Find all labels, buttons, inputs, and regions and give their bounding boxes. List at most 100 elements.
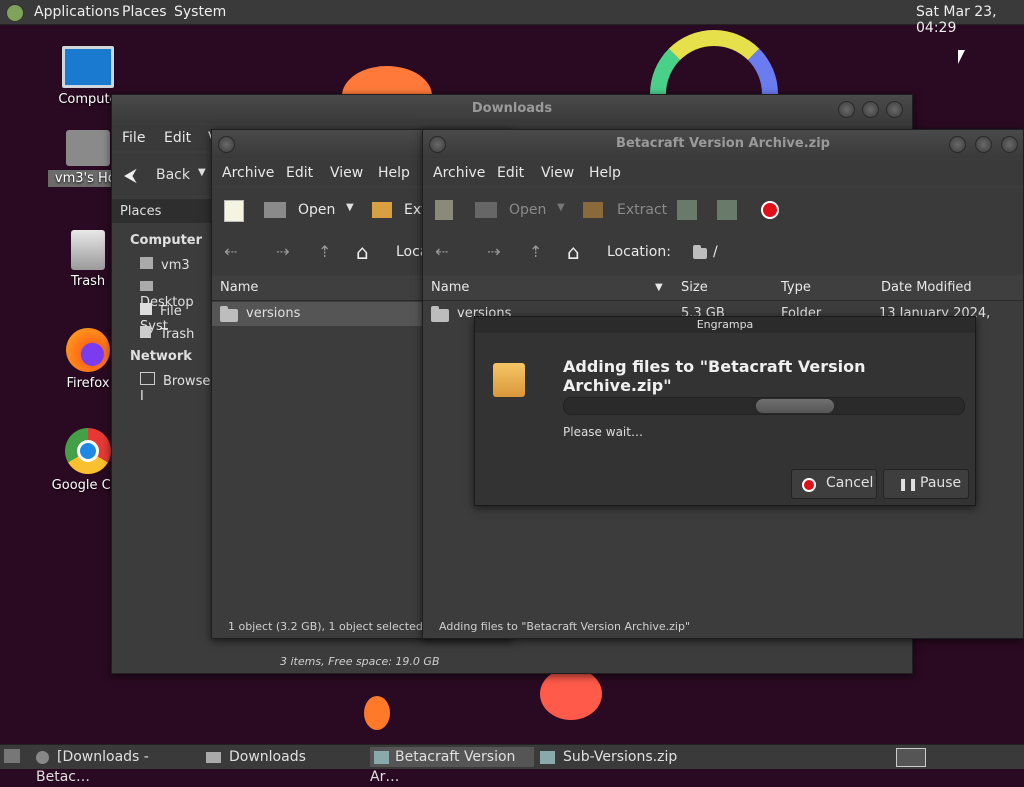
taskbar-item-betacraft[interactable]: Betacraft Version Ar… bbox=[370, 747, 534, 785]
home-icon bbox=[140, 257, 153, 269]
up-icon[interactable]: ⇡ bbox=[529, 242, 542, 261]
betacraft-menubar: Archive Edit View Help bbox=[423, 160, 1023, 186]
menu-applications[interactable]: Applications bbox=[34, 4, 120, 20]
minimize-button[interactable] bbox=[838, 101, 855, 118]
home-icon[interactable]: ⌂ bbox=[356, 240, 369, 264]
forward-icon[interactable]: ⇢ bbox=[276, 242, 289, 261]
archive-box-icon bbox=[493, 363, 525, 397]
new-archive-icon[interactable] bbox=[435, 200, 453, 220]
chrome-icon bbox=[65, 428, 111, 474]
system-logo-icon[interactable] bbox=[6, 4, 24, 22]
open-dropdown-icon[interactable]: ▼ bbox=[557, 202, 565, 213]
archive-icon bbox=[374, 750, 389, 764]
betacraft-titlebar[interactable]: Betacraft Version Archive.zip bbox=[423, 130, 1023, 158]
menu-archive[interactable]: Archive bbox=[433, 165, 485, 181]
location-label: Location: bbox=[607, 244, 671, 260]
menu-view[interactable]: View bbox=[330, 165, 363, 181]
pause-icon: ❚❚ bbox=[898, 477, 919, 491]
sidebar-item-trash[interactable]: Trash bbox=[140, 326, 194, 342]
dialog-titlebar[interactable]: Engrampa bbox=[475, 317, 975, 333]
menu-system[interactable]: System bbox=[174, 4, 226, 20]
menu-view[interactable]: View bbox=[541, 165, 574, 181]
dialog-heading: Adding files to "Betacraft Version Archi… bbox=[563, 357, 866, 395]
downloads-status: 3 items, Free space: 19.0 GB bbox=[280, 655, 440, 668]
maximize-button[interactable] bbox=[862, 101, 879, 118]
progress-pulse bbox=[756, 399, 834, 413]
workspace-switcher[interactable] bbox=[896, 748, 926, 767]
sidebar-section-computer: Computer bbox=[130, 233, 203, 248]
trash-icon bbox=[140, 326, 151, 338]
progress-dialog: Engrampa Adding files to "Betacraft Vers… bbox=[474, 316, 976, 506]
folder-icon bbox=[431, 306, 449, 322]
progress-bar bbox=[563, 397, 965, 415]
archive-icon bbox=[540, 750, 555, 764]
menu-edit[interactable]: Edit bbox=[286, 165, 313, 181]
new-archive-icon[interactable] bbox=[224, 200, 244, 222]
close-button[interactable] bbox=[886, 101, 903, 118]
forward-icon[interactable]: ⇢ bbox=[487, 242, 500, 261]
sort-arrow-icon: ▼ bbox=[655, 282, 663, 293]
column-type[interactable]: Type bbox=[781, 280, 811, 295]
column-date-modified[interactable]: Date Modified bbox=[881, 280, 972, 295]
back-icon[interactable]: ⇠ bbox=[435, 242, 448, 261]
column-name[interactable]: Name bbox=[431, 280, 469, 295]
open-button[interactable]: Open bbox=[298, 202, 335, 218]
trash-icon bbox=[71, 230, 105, 270]
stop-icon[interactable] bbox=[761, 201, 779, 219]
computer-icon bbox=[62, 46, 114, 88]
network-icon bbox=[140, 372, 155, 385]
window-menu-button[interactable] bbox=[429, 136, 446, 153]
menu-archive[interactable]: Archive bbox=[222, 165, 274, 181]
cancel-button[interactable]: Cancel bbox=[791, 469, 877, 499]
cancel-icon bbox=[802, 478, 816, 492]
betacraft-locationbar: ⇠ ⇢ ⇡ ⌂ Location: / bbox=[423, 230, 1023, 274]
table-row[interactable]: versions bbox=[212, 302, 422, 326]
sidebar-item-vm3[interactable]: vm3 bbox=[140, 257, 190, 273]
back-dropdown-icon[interactable]: ▼ bbox=[198, 167, 206, 178]
places-header: Places bbox=[112, 199, 212, 223]
folder-icon bbox=[206, 751, 221, 763]
extract-button[interactable]: Extract bbox=[617, 202, 667, 218]
taskbar-item-subversions[interactable]: Sub-Versions.zip bbox=[540, 747, 700, 767]
menu-file[interactable]: File bbox=[122, 130, 145, 146]
minimize-button[interactable] bbox=[949, 136, 966, 153]
column-size[interactable]: Size bbox=[681, 280, 708, 295]
dialog-message: Please wait… bbox=[563, 425, 643, 439]
window-menu-button[interactable] bbox=[218, 136, 235, 153]
betacraft-toolbar: Open ▼ Extract bbox=[423, 188, 1023, 230]
show-desktop-icon[interactable] bbox=[4, 749, 20, 763]
back-button[interactable]: Back bbox=[156, 167, 190, 183]
back-icon[interactable]: ⇠ bbox=[224, 242, 237, 261]
location-input[interactable]: / bbox=[713, 244, 718, 260]
home-folder-icon bbox=[66, 130, 110, 166]
extract-icon bbox=[372, 202, 392, 218]
folder-icon bbox=[693, 245, 707, 259]
drive-icon bbox=[140, 303, 152, 315]
up-icon[interactable]: ⇡ bbox=[318, 242, 331, 261]
close-button[interactable] bbox=[1001, 136, 1018, 153]
add-folder-icon[interactable] bbox=[717, 200, 737, 220]
open-icon bbox=[264, 202, 286, 218]
menu-edit[interactable]: Edit bbox=[164, 130, 191, 146]
add-files-icon[interactable] bbox=[677, 200, 697, 220]
wallpaper-pink-blob bbox=[540, 668, 602, 720]
firefox-icon bbox=[66, 328, 110, 372]
open-dropdown-icon[interactable]: ▼ bbox=[346, 202, 354, 213]
menu-help[interactable]: Help bbox=[589, 165, 621, 181]
taskbar-item-chrome[interactable]: [Downloads - Betac… bbox=[36, 747, 198, 785]
menu-help[interactable]: Help bbox=[378, 165, 410, 181]
menu-edit[interactable]: Edit bbox=[497, 165, 524, 181]
maximize-button[interactable] bbox=[975, 136, 992, 153]
column-name[interactable]: Name bbox=[220, 280, 258, 295]
open-button[interactable]: Open bbox=[509, 202, 546, 218]
home-icon[interactable]: ⌂ bbox=[567, 240, 580, 264]
downloads-titlebar[interactable]: Downloads bbox=[112, 95, 912, 123]
pause-button[interactable]: ❚❚ Pause bbox=[883, 469, 969, 499]
menu-places[interactable]: Places bbox=[122, 4, 167, 20]
clock[interactable]: Sat Mar 23, 04:29 bbox=[916, 4, 1024, 36]
taskbar-item-downloads[interactable]: Downloads bbox=[206, 747, 362, 767]
sidebar-section-network: Network bbox=[130, 349, 192, 364]
sidebar-item-browse-network[interactable]: Browse I bbox=[140, 372, 212, 404]
wallpaper-small-blob bbox=[364, 696, 390, 730]
open-icon bbox=[475, 202, 497, 218]
